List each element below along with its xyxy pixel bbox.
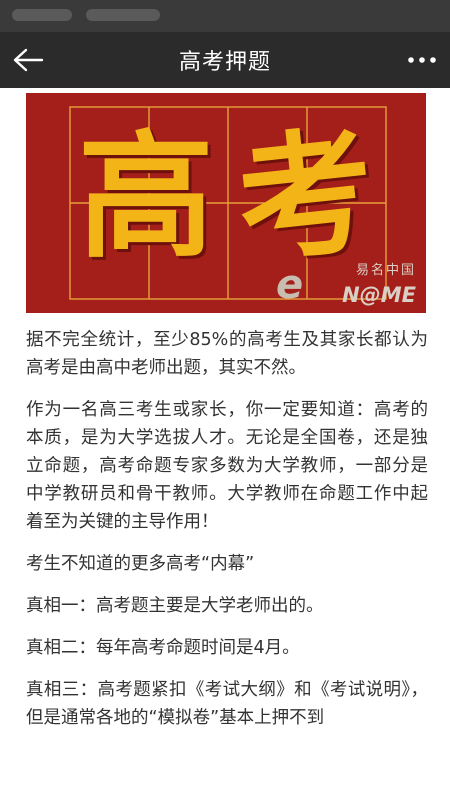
ename-watermark-logo: e 易名中国 N@ME <box>276 257 416 307</box>
paragraph: 作为一名高三考生或家长，你一定要知道：高考的本质，是为大学选拔人才。无论是全国卷… <box>26 400 428 532</box>
article-body: 据不完全统计，至少85%的高考生及其家长都认为高考是由高中老师出题，其实不然。 … <box>26 326 428 746</box>
nav-bar: 高考押题 <box>0 32 450 88</box>
watermark-e-letter: e <box>276 262 304 308</box>
status-bar-blur <box>12 9 72 21</box>
paragraph: 真相二：每年高考命题时间是4月。 <box>26 638 300 658</box>
hero-banner: 高 考 e 易名中国 N@ME <box>26 93 426 313</box>
hero-char-gao: 高 <box>78 117 214 277</box>
section-heading: 考生不知道的更多高考“内幕” <box>26 554 255 574</box>
page-title: 高考押题 <box>178 50 271 75</box>
paragraph: 据不完全统计，至少85%的高考生及其家长都认为高考是由高中老师出题，其实不然。 <box>26 330 428 378</box>
more-button[interactable] <box>402 40 442 80</box>
paragraph: 真相三：高考题紧扣《考试大纲》和《考试说明》，但是通常各地的“模拟卷”基本上押不… <box>26 680 428 728</box>
status-bar <box>0 0 450 32</box>
status-bar-blur <box>86 9 160 21</box>
arrow-left-icon <box>13 48 44 72</box>
more-horizontal-icon <box>408 57 436 63</box>
back-button[interactable] <box>6 40 50 80</box>
paragraph: 真相一：高考题主要是大学老师出的。 <box>26 596 324 616</box>
watermark-english: N@ME <box>342 283 416 307</box>
watermark-chinese: 易名中国 <box>355 263 416 278</box>
